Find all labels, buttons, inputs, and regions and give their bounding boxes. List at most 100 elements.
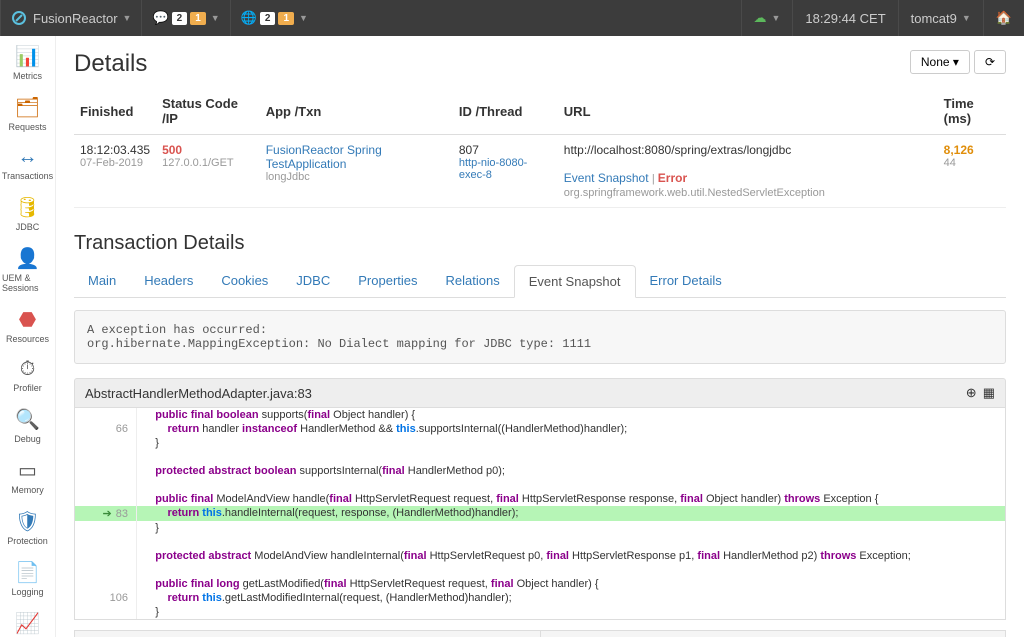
page-title: Details bbox=[74, 50, 1006, 78]
app-link[interactable]: FusionReactor Spring TestApplication bbox=[266, 143, 447, 171]
sidebar-icon: 📈 bbox=[15, 611, 40, 636]
sidebar: 📊 Metrics 🗂 Requests ↔ Transactions 🛢 JDBC 👤UEM … bbox=[0, 36, 56, 637]
code-body: public final boolean supports(final Obje… bbox=[74, 408, 1006, 620]
code-line: ➔83 return this.handleInternal(request, … bbox=[75, 506, 1005, 521]
summary-table: FinishedStatus Code /IPApp /TxnID /Threa… bbox=[74, 88, 1006, 208]
sidebar-label: Profiler bbox=[13, 383, 42, 393]
col-header: Time (ms) bbox=[938, 88, 1006, 135]
thread-link[interactable]: http-nio-8080-exec-8 bbox=[459, 157, 552, 181]
sidebar-item-transactions[interactable]: ↔ Transactions bbox=[0, 138, 55, 187]
clock-display: 18:29:44 CET bbox=[792, 0, 897, 36]
code-line: public final ModelAndView handle(final H… bbox=[75, 492, 1005, 506]
code-line bbox=[75, 450, 1005, 464]
sidebar-icon: ↔ bbox=[18, 146, 38, 169]
error-label: Error bbox=[658, 171, 687, 185]
topbar: FusionReactor▼ 💬 2 1 ▼ 🌐 2 1 ▼ ☁▼ 18:29:… bbox=[0, 0, 1024, 36]
code-line: } bbox=[75, 436, 1005, 450]
sidebar-item-debug[interactable]: 🔍 Debug bbox=[0, 399, 55, 450]
finished-time: 18:12:03.435 bbox=[80, 143, 150, 157]
section-title: Transaction Details bbox=[74, 232, 1006, 255]
sidebar-item-protection[interactable]: 🛡 Protection bbox=[0, 501, 55, 552]
tab-jdbc[interactable]: JDBC bbox=[282, 265, 344, 297]
code-line: public final boolean supports(final Obje… bbox=[75, 408, 1005, 422]
code-header: AbstractHandlerMethodAdapter.java:83 ⊕ ▦ bbox=[74, 378, 1006, 408]
col-header: App /Txn bbox=[260, 88, 453, 135]
sidebar-label: Debug bbox=[14, 434, 41, 444]
time-sub: 44 bbox=[944, 157, 1000, 169]
col-header: Status Code /IP bbox=[156, 88, 260, 135]
col-header: Finished bbox=[74, 88, 156, 135]
sidebar-label: Metrics bbox=[13, 71, 42, 81]
brand-menu[interactable]: FusionReactor▼ bbox=[0, 0, 141, 36]
grid-icon[interactable]: ▦ bbox=[983, 385, 995, 401]
sidebar-icon: 👤 bbox=[15, 246, 40, 271]
col-header: URL bbox=[558, 88, 938, 135]
content: None ▾ ⟳ Details FinishedStatus Code /IP… bbox=[56, 36, 1024, 637]
sidebar-icon: 📄 bbox=[15, 560, 40, 585]
sidebar-label: Logging bbox=[11, 587, 43, 597]
tab-cookies[interactable]: Cookies bbox=[207, 265, 282, 297]
tab-headers[interactable]: Headers bbox=[130, 265, 207, 297]
notif-2[interactable]: 🌐 2 1 ▼ bbox=[230, 0, 318, 36]
sidebar-label: JDBC bbox=[16, 222, 40, 232]
sidebar-icon: 🗂 bbox=[15, 95, 40, 120]
code-line: } bbox=[75, 521, 1005, 535]
sidebar-label: Memory bbox=[11, 485, 44, 495]
sidebar-icon: 🔍 bbox=[15, 407, 40, 432]
sidebar-icon: 🛡 bbox=[15, 509, 40, 534]
sidebar-icon: ⬣ bbox=[19, 307, 36, 332]
code-line bbox=[75, 478, 1005, 492]
tab-event-snapshot[interactable]: Event Snapshot bbox=[514, 265, 636, 298]
tab-relations[interactable]: Relations bbox=[432, 265, 514, 297]
sidebar-icon: ▭ bbox=[18, 458, 37, 483]
sidebar-label: Protection bbox=[7, 536, 48, 546]
sidebar-label: Transactions bbox=[2, 171, 53, 181]
sidebar-item-memory[interactable]: ▭ Memory bbox=[0, 450, 55, 501]
cloud-button[interactable]: ☁▼ bbox=[741, 0, 793, 36]
user-menu[interactable]: tomcat9▼ bbox=[898, 0, 983, 36]
sidebar-icon: 🛢 bbox=[15, 195, 40, 220]
time-ms: 8,126 bbox=[944, 143, 1000, 157]
code-line bbox=[75, 563, 1005, 577]
event-snapshot-link[interactable]: Event Snapshot bbox=[564, 171, 649, 185]
refresh-button[interactable]: ⟳ bbox=[974, 50, 1006, 74]
sidebar-label: Resources bbox=[6, 334, 49, 344]
code-line: } bbox=[75, 605, 1005, 619]
tab-main[interactable]: Main bbox=[74, 265, 130, 297]
txn-id: 807 bbox=[459, 143, 552, 157]
sidebar-item-metrics[interactable]: 📊 Metrics bbox=[0, 36, 55, 87]
sidebar-label: Requests bbox=[8, 122, 46, 132]
crosshair-icon[interactable]: ⊕ bbox=[966, 385, 977, 401]
code-line: 66 return handler instanceof HandlerMeth… bbox=[75, 422, 1005, 436]
sidebar-item-uem-sessions[interactable]: 👤UEM & Sessions bbox=[0, 238, 55, 299]
sidebar-item-system-resources[interactable]: 📈System Resources bbox=[0, 603, 55, 637]
code-line: 106 return this.getLastModifiedInternal(… bbox=[75, 591, 1005, 605]
url: http://localhost:8080/spring/extras/long… bbox=[564, 143, 932, 157]
home-button[interactable]: 🏠 bbox=[983, 0, 1024, 36]
sidebar-label: UEM & Sessions bbox=[2, 273, 53, 293]
finished-date: 07-Feb-2019 bbox=[80, 157, 150, 169]
frames-panel: Frames ◩ ⓘ ↑ ↓ handleInternal:689, Reque… bbox=[75, 631, 541, 637]
txn-name: longJdbc bbox=[266, 171, 447, 183]
none-dropdown[interactable]: None ▾ bbox=[910, 50, 970, 74]
tab-properties[interactable]: Properties bbox=[344, 265, 431, 297]
code-line: protected abstract boolean supportsInter… bbox=[75, 464, 1005, 478]
notif-1[interactable]: 💬 2 1 ▼ bbox=[141, 0, 229, 36]
sidebar-item-jdbc[interactable]: 🛢 JDBC bbox=[0, 187, 55, 238]
code-line: protected abstract ModelAndView handleIn… bbox=[75, 549, 1005, 563]
tabs: MainHeadersCookiesJDBCPropertiesRelation… bbox=[74, 265, 1006, 298]
code-line bbox=[75, 535, 1005, 549]
sidebar-icon: 📊 bbox=[15, 44, 40, 69]
col-header: ID /Thread bbox=[453, 88, 558, 135]
status-code: 500 bbox=[162, 143, 254, 157]
sidebar-item-logging[interactable]: 📄 Logging bbox=[0, 552, 55, 603]
error-text: org.springframework.web.util.NestedServl… bbox=[564, 187, 825, 199]
code-line: public final long getLastModified(final … bbox=[75, 577, 1005, 591]
ip: 127.0.0.1/GET bbox=[162, 157, 254, 169]
sidebar-item-requests[interactable]: 🗂 Requests bbox=[0, 87, 55, 138]
variables-panel: Variables ▶ handler {java.lang.Object@be… bbox=[541, 631, 1006, 637]
sidebar-item-resources[interactable]: ⬣ Resources bbox=[0, 299, 55, 350]
tab-error-details[interactable]: Error Details bbox=[636, 265, 736, 297]
sidebar-item-profiler[interactable]: ⏱Profiler bbox=[0, 350, 55, 399]
exception-box: A exception has occurred: org.hibernate.… bbox=[74, 310, 1006, 364]
